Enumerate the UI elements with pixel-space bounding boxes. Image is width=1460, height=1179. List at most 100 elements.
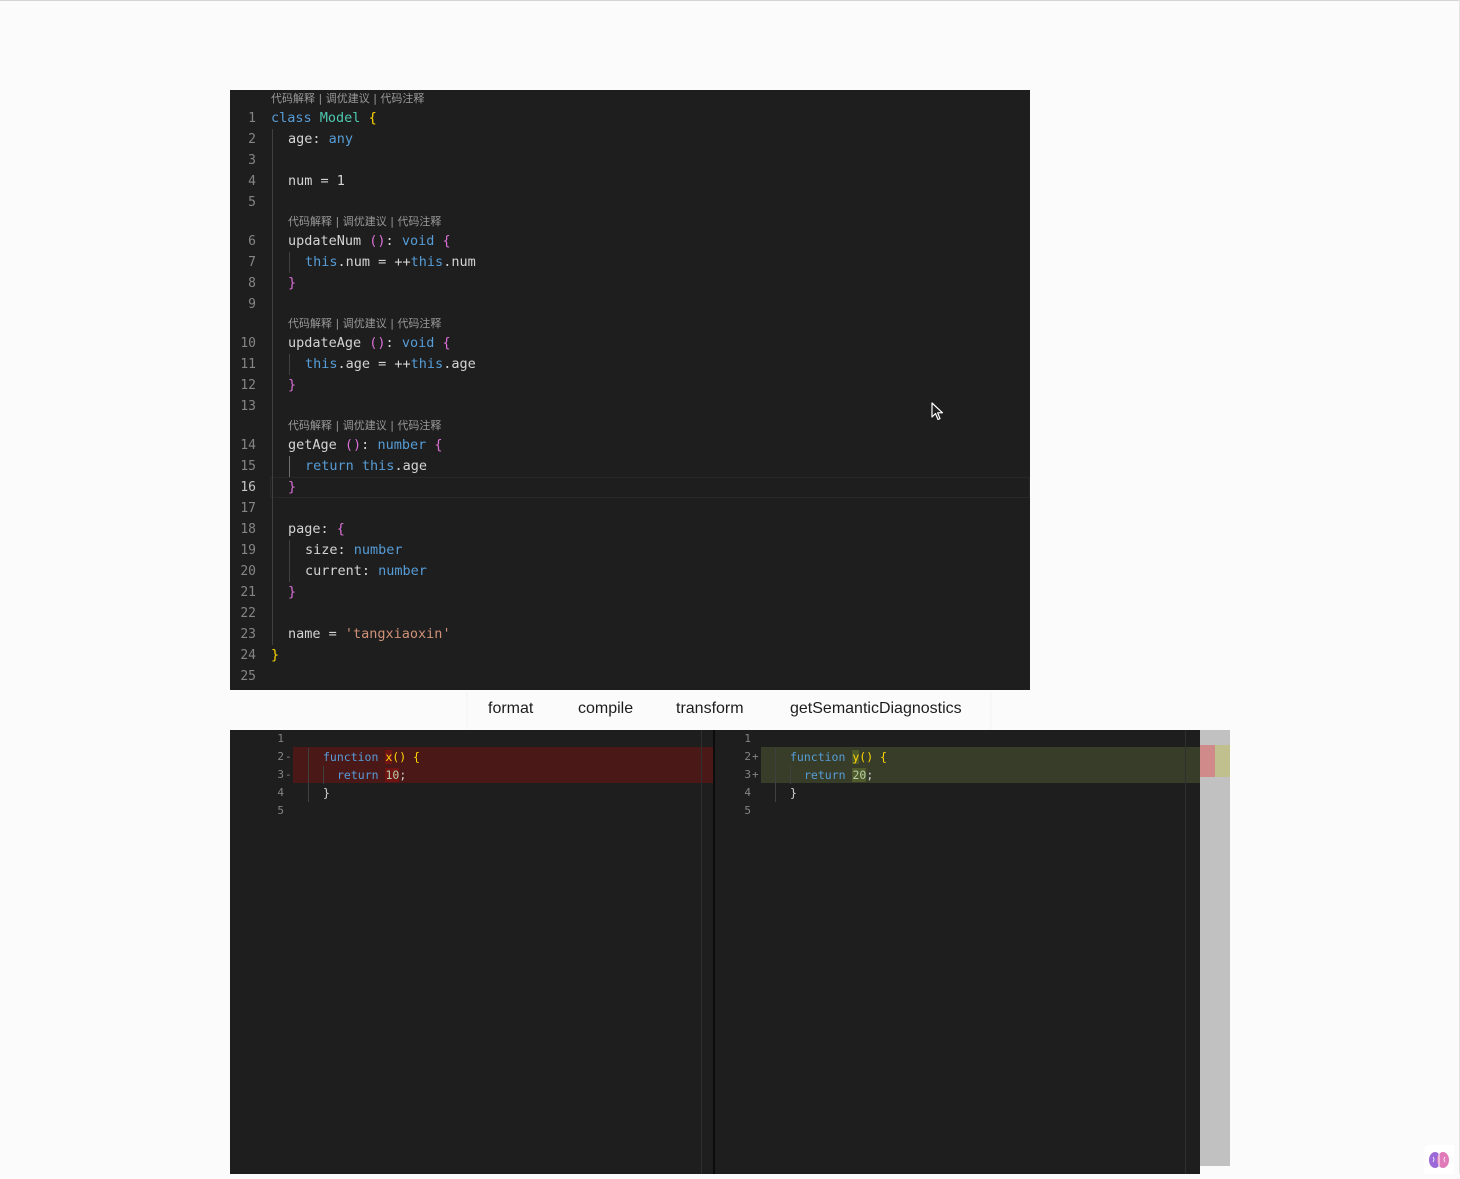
bracket: {: [442, 233, 451, 249]
keyword: function: [323, 750, 379, 764]
code-line-13[interactable]: 13: [230, 396, 1030, 417]
diff-modified-pane[interactable]: 1 2 + function y() { 3 + return 20; 4 } …: [715, 730, 1200, 1174]
code-line-5[interactable]: 5: [230, 192, 1030, 213]
line-number: 4: [277, 786, 284, 799]
codelens-links[interactable]: 代码解释 | 调优建议 | 代码注释: [288, 213, 441, 231]
diff-line-3[interactable]: 3 + return 20;: [715, 766, 1200, 784]
code-line-2[interactable]: 2 age: any: [230, 129, 1030, 150]
line-number: 18: [240, 522, 256, 537]
diff-line-1[interactable]: 1: [230, 730, 714, 748]
code-line-16[interactable]: 16 }: [230, 477, 1030, 498]
code-line-24[interactable]: 24 }: [230, 645, 1030, 666]
code-line-8[interactable]: 8 }: [230, 273, 1030, 294]
line-number: 14: [240, 438, 256, 453]
expression: .age = ++: [337, 356, 411, 372]
line-number: 4: [744, 786, 751, 799]
code-line-11[interactable]: 11 this.age = ++this.age: [230, 354, 1030, 375]
line-number: 25: [240, 669, 256, 684]
codelens-links[interactable]: 代码解释 | 调优建议 | 代码注释: [271, 90, 424, 108]
method-name: getAge: [288, 437, 345, 453]
mouse-pointer-icon: [931, 402, 944, 421]
line-number: 5: [248, 195, 256, 210]
codelens-links[interactable]: 代码解释 | 调优建议 | 代码注释: [288, 417, 441, 435]
expression: .num: [443, 254, 476, 270]
type: number: [378, 563, 427, 579]
indent-guide: [775, 748, 776, 802]
codelens-updateAge[interactable]: 代码解释 | 调优建议 | 代码注释: [230, 315, 1030, 333]
code-line-7[interactable]: 7 this.num = ++this.num: [230, 252, 1030, 273]
colon: :: [361, 437, 378, 453]
codelens-updateNum[interactable]: 代码解释 | 调优建议 | 代码注释: [230, 213, 1030, 231]
diff-line-4[interactable]: 4 }: [230, 784, 714, 802]
diff-editor[interactable]: 1 2 - function x() { 3 - return 10; 4 } …: [230, 730, 1200, 1174]
code-line-23[interactable]: 23 name = 'tangxiaoxin': [230, 624, 1030, 645]
expression: .age: [443, 356, 476, 372]
code-line-17[interactable]: 17: [230, 498, 1030, 519]
code-line-14[interactable]: 14 getAge (): number {: [230, 435, 1030, 456]
code-line-20[interactable]: 20 current: number: [230, 561, 1030, 582]
code-line-19[interactable]: 19 size: number: [230, 540, 1030, 561]
current-line-highlight: [270, 477, 1030, 498]
diff-overview-scrollbar[interactable]: [1200, 730, 1230, 1166]
code-line-3[interactable]: 3: [230, 150, 1030, 171]
code-line-21[interactable]: 21 }: [230, 582, 1030, 603]
diff-line-4[interactable]: 4 }: [715, 784, 1200, 802]
property: page:: [288, 521, 337, 537]
transform-button[interactable]: transform: [676, 700, 744, 718]
line-number: 12: [240, 378, 256, 393]
method-name: updateAge: [288, 335, 370, 351]
keyword: this: [305, 356, 338, 372]
diff-line-2[interactable]: 2 - function x() {: [230, 748, 714, 766]
line-number: 1: [248, 111, 256, 126]
code-editor[interactable]: 代码解释 | 调优建议 | 代码注释 1 class Model { 2 age…: [230, 90, 1030, 690]
line-number: 6: [248, 234, 256, 249]
code-line-12[interactable]: 12 }: [230, 375, 1030, 396]
code-line-6[interactable]: 6 updateNum (): void {: [230, 231, 1030, 252]
code-line-15[interactable]: 15 return this.age: [230, 456, 1030, 477]
bracket: }: [288, 377, 297, 393]
paren: (): [369, 233, 386, 249]
code-line-25[interactable]: 25: [230, 666, 1030, 687]
line-number: 22: [240, 606, 256, 621]
assistant-button[interactable]: [1424, 1145, 1454, 1174]
code-line-10[interactable]: 10 updateAge (): void {: [230, 333, 1030, 354]
plus-icon: +: [752, 750, 759, 763]
line-number: 3: [744, 768, 751, 781]
get-semantic-diagnostics-button[interactable]: getSemanticDiagnostics: [790, 700, 962, 718]
keyword: return: [305, 458, 354, 474]
indent-guide: [272, 129, 273, 645]
diff-line-2[interactable]: 2 + function y() {: [715, 748, 1200, 766]
format-button[interactable]: format: [488, 700, 533, 718]
indent-guide: [790, 766, 791, 784]
diff-original-pane[interactable]: 1 2 - function x() { 3 - return 10; 4 } …: [230, 730, 714, 1174]
diff-line-3[interactable]: 3 - return 10;: [230, 766, 714, 784]
code-line-22[interactable]: 22: [230, 603, 1030, 624]
action-toolbar: format compile transform getSemanticDiag…: [468, 690, 990, 730]
bracket: {: [368, 110, 377, 126]
codelens-links[interactable]: 代码解释 | 调优建议 | 代码注释: [288, 315, 441, 333]
property: name =: [288, 626, 345, 642]
overview-insertion-marker: [1215, 745, 1230, 777]
code-line-18[interactable]: 18 page: {: [230, 519, 1030, 540]
diff-line-5[interactable]: 5: [715, 802, 1200, 820]
code-line-1[interactable]: 1 class Model {: [230, 108, 1030, 129]
codelens-getAge[interactable]: 代码解释 | 调优建议 | 代码注释: [230, 417, 1030, 435]
codelens-class[interactable]: 代码解释 | 调优建议 | 代码注释: [230, 90, 1030, 108]
line-number: 1: [277, 732, 284, 745]
indent-guide: [308, 748, 309, 802]
bracket: }: [288, 479, 297, 495]
line-number: 8: [248, 276, 256, 291]
keyword: this: [410, 356, 444, 372]
diff-line-1[interactable]: 1: [715, 730, 1200, 748]
code-line-9[interactable]: 9: [230, 294, 1030, 315]
semicolon: ;: [399, 768, 407, 782]
bracket: }: [323, 786, 330, 800]
minus-icon: -: [285, 750, 292, 763]
diff-line-5[interactable]: 5: [230, 802, 714, 820]
bracket: }: [288, 584, 297, 600]
line-number: 23: [240, 627, 256, 642]
compile-button[interactable]: compile: [578, 700, 633, 718]
overview-deletion-marker: [1200, 745, 1215, 777]
property: size:: [305, 542, 354, 558]
code-line-4[interactable]: 4 num = 1: [230, 171, 1030, 192]
